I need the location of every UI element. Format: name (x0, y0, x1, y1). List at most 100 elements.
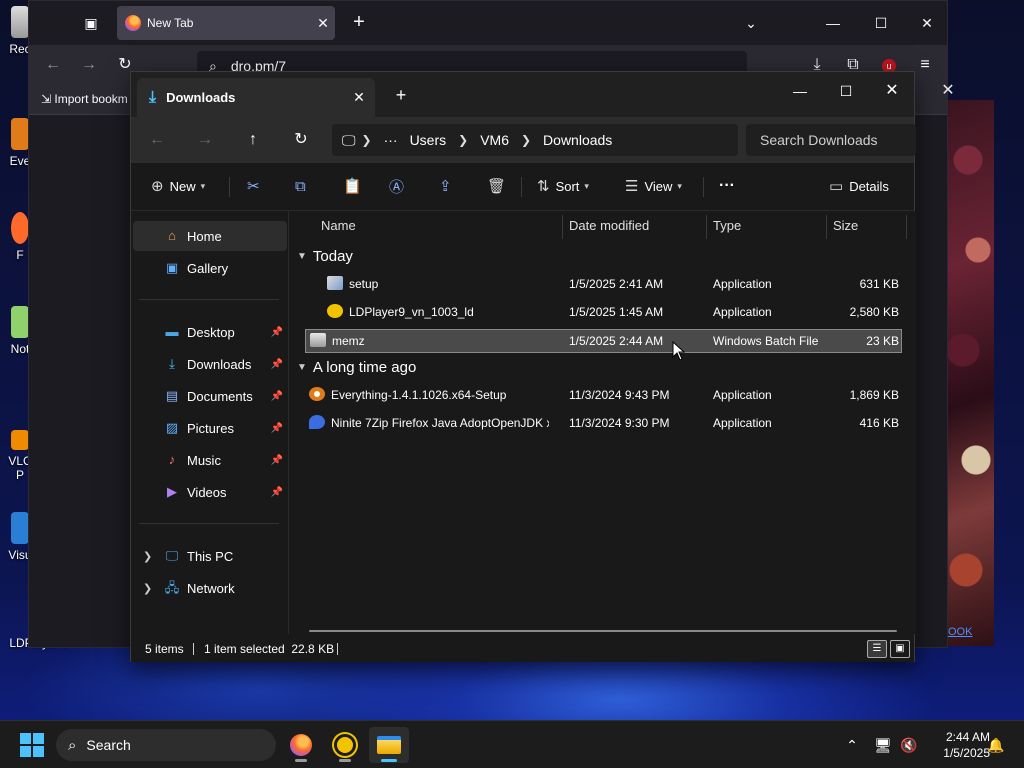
new-tab-button[interactable]: + (347, 11, 371, 35)
horizontal-scrollbar[interactable] (309, 630, 897, 632)
pin-icon[interactable]: 📌 (271, 455, 283, 466)
nav-item-documents[interactable]: ▤ Documents 📌 (133, 381, 287, 411)
firefox-view-icon[interactable]: ▣ (79, 11, 103, 35)
close-tab-icon[interactable]: ✕ (343, 89, 375, 106)
nav-item-gallery[interactable]: ▣ Gallery (133, 253, 287, 283)
back-icon[interactable]: ← (41, 53, 65, 77)
delete-button[interactable]: 🗑 (487, 171, 512, 201)
forward-icon[interactable]: → (189, 125, 221, 155)
copy-button[interactable]: ⧉ (295, 171, 312, 201)
pin-icon[interactable]: 📌 (271, 423, 283, 434)
maximize-icon[interactable]: ☐ (823, 76, 869, 106)
group-header-long-ago[interactable]: ▼ A long time ago (297, 359, 416, 376)
paste-button[interactable]: 📋 (343, 171, 368, 201)
column-header-type[interactable]: Type (713, 211, 741, 241)
windows-start-icon[interactable] (20, 733, 44, 757)
taskbar-ldplayer[interactable] (325, 727, 365, 763)
file-row[interactable]: LDPlayer9_vn_1003_ld 1/5/2025 1:45 AM Ap… (305, 301, 902, 325)
chevron-up-icon[interactable]: ⌃ (842, 735, 862, 755)
download-icon: ⤓ (149, 88, 157, 106)
column-divider[interactable] (562, 215, 563, 239)
maximize-icon[interactable]: ☐ (869, 11, 893, 35)
details-button[interactable]: ▭ Details (829, 171, 889, 201)
chevron-down-icon: ▾ (200, 180, 206, 191)
file-row[interactable]: Everything-1.4.1.1026.x64-Setup 11/3/202… (305, 384, 902, 408)
column-header-name[interactable]: Name (321, 211, 356, 241)
pictures-folder-icon: ▨ (165, 420, 179, 435)
breadcrumb-overflow[interactable]: ··· (378, 132, 404, 148)
nav-item-downloads[interactable]: ⤓ Downloads 📌 (133, 349, 287, 379)
explorer-tab[interactable]: ⤓ Downloads ✕ (137, 78, 375, 117)
import-bookmarks-link[interactable]: ⇲ Import bookm (41, 92, 128, 106)
close-window-icon[interactable]: ✕ (869, 76, 915, 106)
refresh-icon[interactable]: ↻ (285, 125, 317, 155)
pin-icon[interactable]: 📌 (271, 487, 283, 498)
view-button[interactable]: ☰ View ▾ (625, 171, 682, 201)
nav-item-this-pc[interactable]: ❯ 🖵 This PC (133, 541, 287, 571)
column-header-date[interactable]: Date modified (569, 211, 649, 241)
taskbar-search-box[interactable]: ⌕ Search (56, 729, 276, 761)
nav-item-home[interactable]: ⌂ Home (133, 221, 287, 251)
new-tab-button[interactable]: + (389, 84, 413, 108)
pin-icon[interactable]: 📌 (271, 359, 283, 370)
file-row[interactable]: setup 1/5/2025 2:41 AM Application 631 K… (305, 273, 902, 297)
browser-tab-strip: ▣ New Tab ✕ + ⌄ — ☐ ✕ (29, 1, 947, 45)
clock[interactable]: 2:44 AM 1/5/2025 (922, 729, 990, 761)
breadcrumb-users[interactable]: Users (404, 132, 453, 148)
cut-button[interactable]: ✂ (247, 171, 266, 201)
sort-button[interactable]: ⇅ Sort ▾ (537, 171, 589, 201)
batch-file-icon (310, 333, 326, 347)
trash-icon: 🗑 (487, 178, 507, 195)
minimize-icon[interactable]: — (821, 11, 845, 35)
this-pc-icon[interactable]: 🖵 (342, 132, 356, 149)
pin-icon[interactable]: 📌 (271, 327, 283, 338)
nav-item-music[interactable]: ♪ Music 📌 (133, 445, 287, 475)
file-explorer-window: ⤓ Downloads ✕ + — ☐ ✕ ← → ↑ ↻ 🖵 ❯ ··· Us… (130, 71, 916, 662)
chevron-right-icon[interactable]: ❯ (143, 582, 152, 595)
chevron-down-icon: ▾ (677, 180, 682, 191)
taskbar-file-explorer[interactable] (369, 727, 409, 763)
sort-icon: ⇅ (537, 178, 550, 195)
search-input[interactable]: Search Downloads (746, 124, 916, 156)
pin-icon[interactable]: 📌 (271, 391, 283, 402)
minimize-icon[interactable]: — (777, 76, 823, 106)
notification-bell-icon[interactable]: 🔔 (986, 735, 1006, 755)
file-row-selected[interactable]: memz 1/5/2025 2:44 AM Windows Batch File… (305, 329, 902, 353)
column-divider[interactable] (706, 215, 707, 239)
nav-item-desktop[interactable]: ▬ Desktop 📌 (133, 317, 287, 347)
explorer-titlebar: ⤓ Downloads ✕ + — ☐ ✕ (131, 72, 914, 117)
new-button[interactable]: ⊕ New ▾ (151, 171, 205, 201)
file-row[interactable]: Ninite 7Zip Firefox Java AdoptOpenJDK x.… (305, 412, 902, 436)
back-icon[interactable]: ← (141, 125, 173, 155)
nav-item-videos[interactable]: ▶ Videos 📌 (133, 477, 287, 507)
tiles-view-icon[interactable]: ▣ (890, 640, 910, 658)
close-tab-icon[interactable]: ✕ (311, 15, 335, 32)
taskbar-firefox[interactable] (281, 727, 321, 763)
network-icon[interactable]: 🖥 (873, 735, 893, 755)
chevron-right-icon[interactable]: ❯ (143, 550, 152, 563)
column-divider[interactable] (826, 215, 827, 239)
breadcrumb-downloads[interactable]: Downloads (537, 132, 618, 148)
forward-icon[interactable]: → (77, 53, 101, 77)
breadcrumb-vm6[interactable]: VM6 (474, 132, 515, 148)
group-header-today[interactable]: ▼ Today (297, 248, 353, 265)
volume-muted-icon[interactable]: 🔇 (899, 735, 919, 755)
page-close-icon[interactable]: ✕ (938, 80, 958, 100)
clipboard-icon: 📋 (343, 178, 362, 195)
close-window-icon[interactable]: ✕ (915, 11, 939, 35)
artwork-link[interactable]: OOK (948, 626, 972, 638)
column-divider[interactable] (906, 215, 907, 239)
nav-item-pictures[interactable]: ▨ Pictures 📌 (133, 413, 287, 443)
menu-hamburger-icon[interactable]: ≡ (913, 53, 937, 77)
browser-tab[interactable]: New Tab ✕ (117, 6, 335, 40)
breadcrumb[interactable]: 🖵 ❯ ··· Users ❯ VM6 ❯ Downloads (332, 124, 738, 156)
up-icon[interactable]: ↑ (237, 125, 269, 155)
rename-button[interactable]: Ⓐ (389, 171, 410, 201)
column-header-size[interactable]: Size (833, 211, 858, 241)
tab-list-chevron-icon[interactable]: ⌄ (739, 11, 763, 35)
share-button[interactable]: ⇪ (439, 171, 458, 201)
nav-item-network[interactable]: ❯ 🖧 Network (133, 573, 287, 603)
more-options-button[interactable]: ··· (719, 171, 735, 201)
toolbar-divider (703, 177, 704, 197)
details-view-icon[interactable]: ☰ (867, 640, 887, 658)
